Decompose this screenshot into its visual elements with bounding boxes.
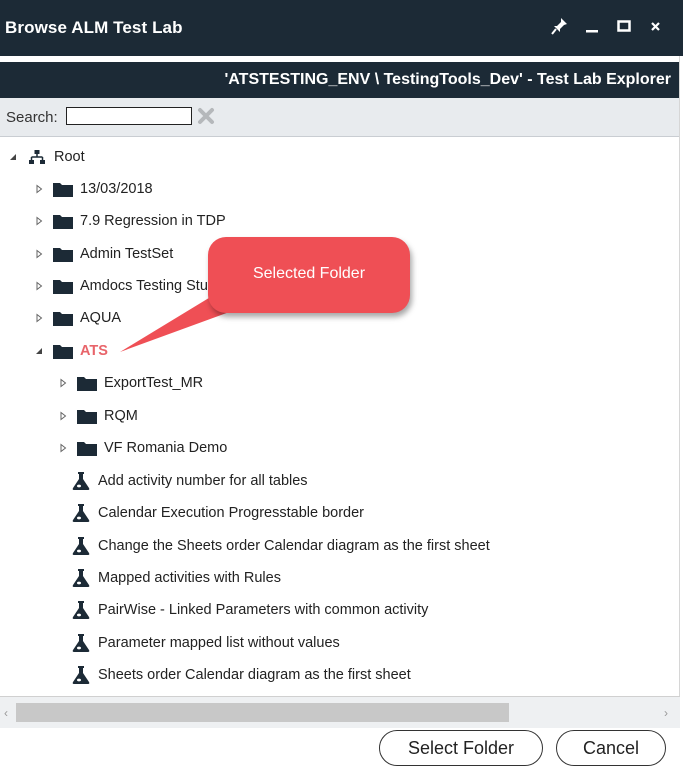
- tree-folder[interactable]: 13/03/2018: [32, 177, 153, 201]
- folder-icon: [52, 276, 74, 296]
- tree-subfolder-label: ExportTest_MR: [104, 375, 204, 391]
- collapsed-arrow-icon[interactable]: [32, 214, 46, 228]
- tree-testset[interactable]: Parameter mapped list without values: [70, 631, 340, 655]
- tree-testset[interactable]: Mapped activities with Rules: [70, 566, 281, 590]
- pin-icon[interactable]: [551, 16, 569, 36]
- expanded-arrow-icon[interactable]: [32, 344, 46, 358]
- tree-subfolder[interactable]: RQM: [56, 404, 138, 428]
- tree-subfolder[interactable]: VF Romania Demo: [56, 436, 227, 460]
- tree-root-label: Root: [54, 149, 85, 165]
- callout-text: Selected Folder: [252, 265, 366, 282]
- collapsed-arrow-icon[interactable]: [32, 182, 46, 196]
- collapsed-arrow-icon[interactable]: [56, 441, 70, 455]
- minimize-icon[interactable]: [583, 16, 601, 36]
- expanded-arrow-icon[interactable]: [6, 150, 20, 164]
- flask-icon: [70, 471, 92, 491]
- title-bar: Browse ALM Test Lab: [0, 0, 683, 56]
- tree-subfolder-label: VF Romania Demo: [104, 440, 228, 456]
- maximize-icon[interactable]: [615, 16, 633, 36]
- tree-testset-label: Change the Sheets order Calendar diagram…: [98, 538, 490, 554]
- tree-folder-label: Amdocs Testing Stu: [80, 278, 208, 294]
- tree-folder[interactable]: AQUA: [32, 306, 121, 330]
- folder-icon: [52, 244, 74, 264]
- tree-testset-label: Parameter mapped list without values: [98, 635, 340, 651]
- folder-icon: [76, 406, 98, 426]
- folder-icon: [76, 373, 98, 393]
- hierarchy-icon: [26, 147, 48, 167]
- explorer-header-text: 'ATSTESTING_ENV \ TestingTools_Dev' - Te…: [224, 71, 672, 88]
- flask-icon: [70, 600, 92, 620]
- tree-testset-label: Sheets order Calendar diagram as the fir…: [98, 667, 411, 683]
- tree-folder[interactable]: Admin TestSet: [32, 242, 173, 266]
- window-edge: [679, 56, 683, 766]
- tree-folder-label: Admin TestSet: [80, 246, 174, 262]
- clear-search-icon[interactable]: [196, 106, 216, 126]
- collapsed-arrow-icon[interactable]: [32, 311, 46, 325]
- flask-icon: [70, 568, 92, 588]
- tree-testset-label: Mapped activities with Rules: [98, 570, 281, 586]
- close-icon[interactable]: [647, 16, 665, 36]
- collapsed-arrow-icon[interactable]: [56, 409, 70, 423]
- flask-icon: [70, 503, 92, 523]
- dialog-footer: Select Folder Cancel: [0, 728, 680, 766]
- tree-folder-label: 7.9 Regression in TDP: [80, 213, 226, 229]
- horizontal-scrollbar[interactable]: ‹ ›: [0, 696, 680, 729]
- folder-tree: Root 13/03/2018 7.9 Regression in TDP Ad…: [0, 140, 683, 696]
- tree-testset[interactable]: Sheets order Calendar diagram as the fir…: [70, 663, 411, 687]
- scrollbar-thumb[interactable]: [16, 703, 509, 722]
- cancel-button[interactable]: Cancel: [556, 730, 666, 766]
- tree-folder-selected[interactable]: ATS: [32, 339, 108, 363]
- tree-subfolder[interactable]: ExportTest_MR: [56, 371, 203, 395]
- folder-icon: [52, 341, 74, 361]
- flask-icon: [70, 536, 92, 556]
- scroll-right-icon[interactable]: ›: [664, 706, 668, 720]
- window-title: Browse ALM Test Lab: [5, 18, 183, 37]
- collapsed-arrow-icon[interactable]: [32, 247, 46, 261]
- flask-icon: [70, 665, 92, 685]
- selected-folder-label: ATS: [80, 343, 108, 359]
- selected-folder-callout: Selected Folder: [208, 237, 410, 313]
- tree-testset[interactable]: PairWise - Linked Parameters with common…: [70, 598, 428, 622]
- folder-icon: [52, 179, 74, 199]
- explorer-header: 'ATSTESTING_ENV \ TestingTools_Dev' - Te…: [0, 62, 683, 98]
- tree-testset-label: PairWise - Linked Parameters with common…: [98, 602, 429, 618]
- search-bar: Search:: [0, 98, 683, 137]
- folder-icon: [52, 211, 74, 231]
- tree-root[interactable]: Root: [6, 145, 85, 169]
- search-input[interactable]: [66, 107, 192, 125]
- select-folder-button[interactable]: Select Folder: [379, 730, 543, 766]
- tree-testset-label: Calendar Execution Progresstable border: [98, 505, 364, 521]
- tree-folder-label: 13/03/2018: [80, 181, 153, 197]
- tree-testset[interactable]: Add activity number for all tables: [70, 469, 308, 493]
- tree-testset[interactable]: Change the Sheets order Calendar diagram…: [70, 534, 490, 558]
- tree-folder[interactable]: Amdocs Testing Stu: [32, 274, 208, 298]
- folder-icon: [52, 308, 74, 328]
- collapsed-arrow-icon[interactable]: [56, 376, 70, 390]
- search-label: Search:: [6, 109, 58, 126]
- tree-testset-label: Add activity number for all tables: [98, 473, 308, 489]
- scroll-left-icon[interactable]: ‹: [4, 706, 8, 720]
- collapsed-arrow-icon[interactable]: [32, 279, 46, 293]
- tree-subfolder-label: RQM: [104, 408, 138, 424]
- tree-testset[interactable]: Calendar Execution Progresstable border: [70, 501, 364, 525]
- folder-icon: [76, 438, 98, 458]
- tree-folder-label: AQUA: [80, 310, 122, 326]
- tree-folder[interactable]: 7.9 Regression in TDP: [32, 209, 226, 233]
- flask-icon: [70, 633, 92, 653]
